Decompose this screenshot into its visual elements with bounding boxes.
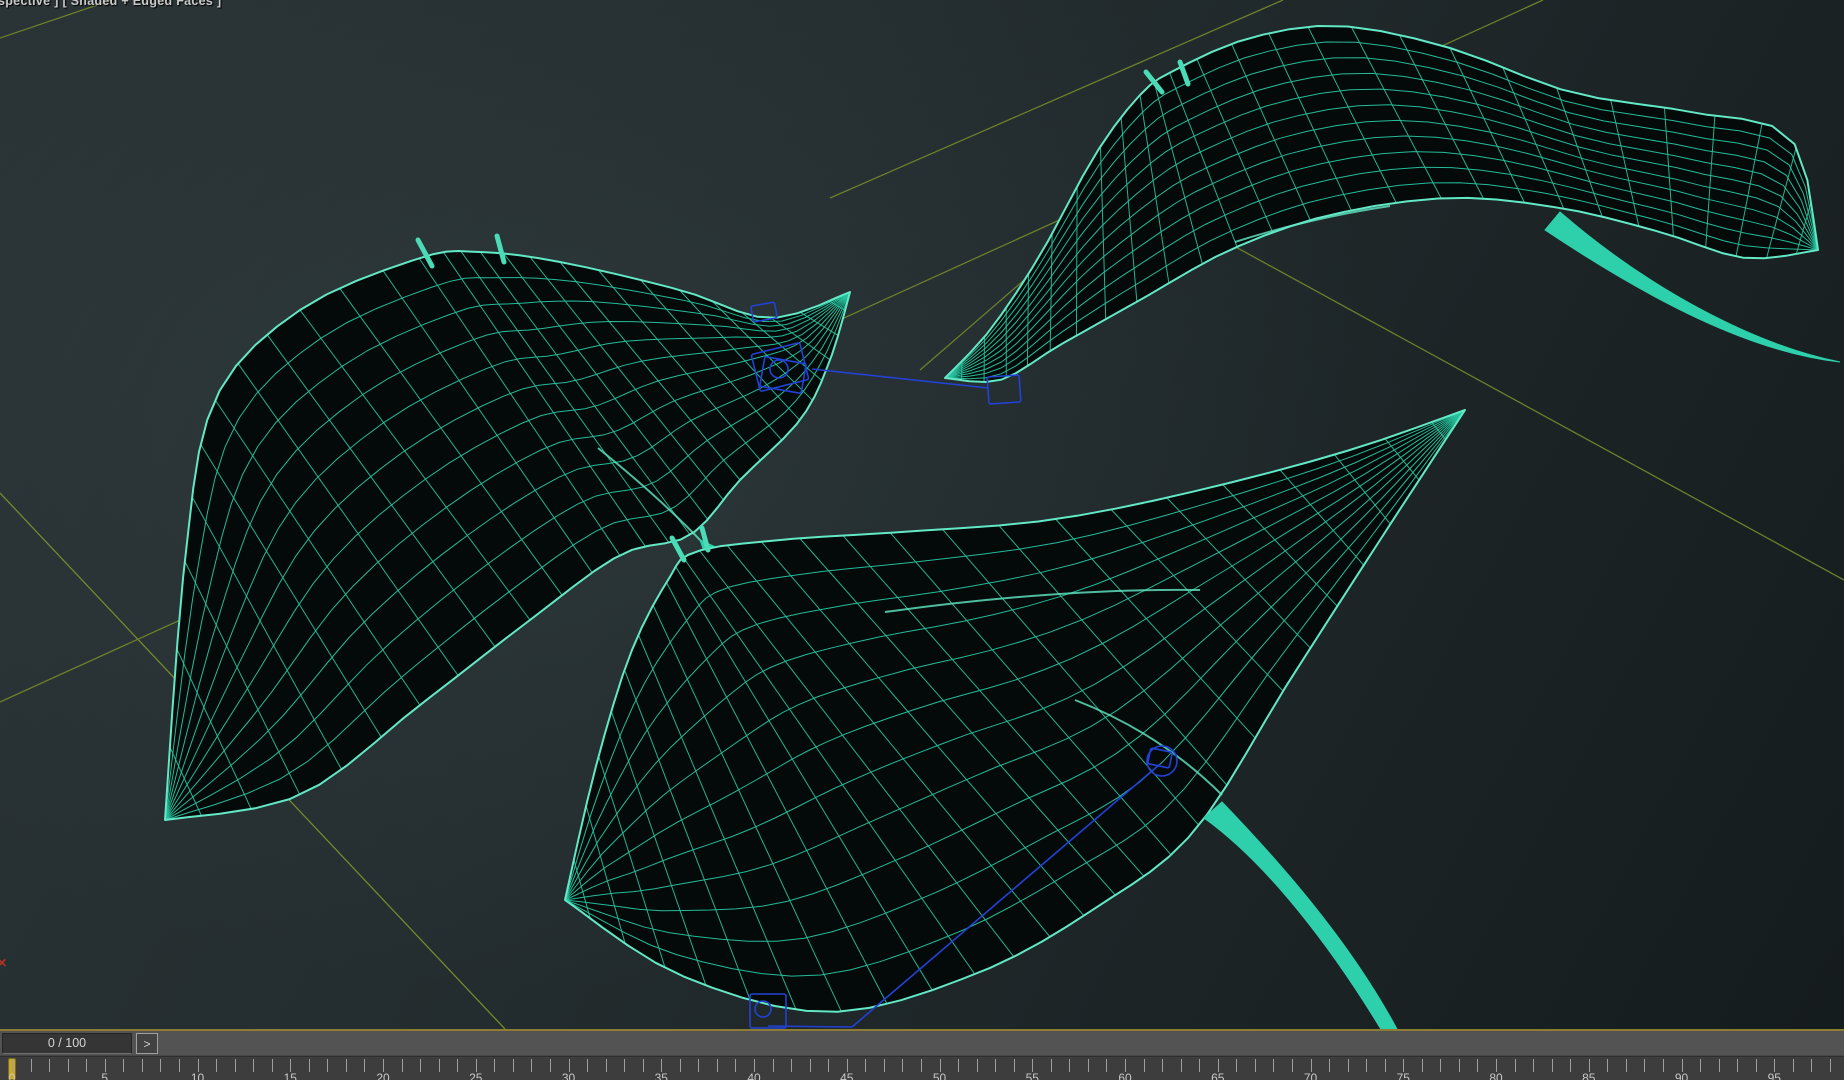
viewport-label: spective ] [ Shaded + Edged Faces ] [0, 0, 221, 8]
ruler-frame-label: 0 [0, 1071, 32, 1080]
ruler-tick [1069, 1059, 1070, 1072]
ruler-tick [698, 1059, 699, 1072]
ruler-tick [346, 1059, 347, 1072]
ruler-tick [717, 1059, 718, 1072]
ruler-frame-label: 40 [734, 1071, 774, 1080]
ruler-frame-label: 60 [1105, 1071, 1145, 1080]
ruler-tick [977, 1059, 978, 1072]
ruler-tick [1144, 1059, 1145, 1072]
axis-x-marker: ✕ [0, 956, 7, 970]
ruler-frame-label: 25 [456, 1071, 496, 1080]
ruler-tick [327, 1059, 328, 1072]
ruler-frame-label: 35 [641, 1071, 681, 1080]
scene-canvas[interactable] [0, 0, 1844, 1029]
timeline-ruler[interactable]: 0 5 10 15 20 25 30 35 40 45 50 55 60 65 70 75 80 85 90 95 [0, 1056, 1844, 1080]
ruler-tick [995, 1059, 996, 1072]
ruler-tick [606, 1059, 607, 1072]
ruler-frame-label: 5 [85, 1071, 125, 1080]
ruler-tick [1440, 1059, 1441, 1072]
ruler-tick [1051, 1059, 1052, 1072]
ruler-frame-label: 55 [1012, 1071, 1052, 1080]
ruler-tick [513, 1059, 514, 1072]
ruler-tick [624, 1059, 625, 1072]
ruler-tick [68, 1059, 69, 1072]
ruler-tick [810, 1059, 811, 1072]
ruler-tick [1236, 1059, 1237, 1072]
ruler-frame-label: 45 [827, 1071, 867, 1080]
ruler-frame-label: 20 [363, 1071, 403, 1080]
ruler-tick [1088, 1059, 1089, 1072]
ruler-tick [531, 1059, 532, 1072]
ruler-tick [309, 1059, 310, 1072]
ruler-tick [773, 1059, 774, 1072]
helper-link-line [768, 1026, 852, 1027]
ruler-tick [1348, 1059, 1349, 1072]
ruler-frame-label: 85 [1569, 1071, 1609, 1080]
ruler-tick [253, 1059, 254, 1072]
ruler-frame-label: 80 [1476, 1071, 1516, 1080]
ruler-tick [791, 1059, 792, 1072]
ruler-tick [680, 1059, 681, 1072]
ruler-tick [1626, 1059, 1627, 1072]
ruler-tick [439, 1059, 440, 1072]
ruler-tick [160, 1059, 161, 1072]
ruler-tick [420, 1059, 421, 1072]
ruler-tick [1552, 1059, 1553, 1072]
ruler-tick [1366, 1059, 1367, 1072]
cephalic-fin [672, 538, 684, 560]
ruler-tick [1273, 1059, 1274, 1072]
ruler-frame-label: 30 [549, 1071, 589, 1080]
ruler-tick [1644, 1059, 1645, 1072]
manta-top-right[interactable] [945, 26, 1840, 382]
ruler-tick [1830, 1059, 1831, 1072]
frame-number-field[interactable]: 0 / 100 [2, 1033, 132, 1054]
ruler-tick [1607, 1059, 1608, 1072]
ruler-tick [31, 1059, 32, 1072]
main-window: spective ] [ Shaded + Edged Faces ] ✕ 0 … [0, 0, 1844, 1080]
ruler-tick [1515, 1059, 1516, 1072]
ruler-tick [587, 1059, 588, 1072]
ruler-tick [1793, 1059, 1794, 1072]
ruler-tick [1533, 1059, 1534, 1072]
next-frame-button[interactable]: > [136, 1033, 158, 1054]
ruler-tick [958, 1059, 959, 1072]
ruler-tick [1811, 1059, 1812, 1072]
ruler-tick [123, 1059, 124, 1072]
ruler-tick [49, 1059, 50, 1072]
ruler-tick [1329, 1059, 1330, 1072]
ruler-frame-label: 70 [1291, 1071, 1331, 1080]
ruler-tick [142, 1059, 143, 1072]
ruler-frame-label: 65 [1198, 1071, 1238, 1080]
ruler-tick [902, 1059, 903, 1072]
ruler-tick [1255, 1059, 1256, 1072]
ruler-tick [1737, 1059, 1738, 1072]
frame-bar: 0 / 100 > [0, 1031, 1844, 1056]
ruler-tick [865, 1059, 866, 1072]
ruler-frame-label: 95 [1754, 1071, 1794, 1080]
ruler-tick [1700, 1059, 1701, 1072]
ruler-frame-label: 15 [270, 1071, 310, 1080]
ruler-tick [235, 1059, 236, 1072]
ruler-tick [494, 1059, 495, 1072]
ruler-tick [1181, 1059, 1182, 1072]
ruler-tick [1719, 1059, 1720, 1072]
viewport[interactable]: spective ] [ Shaded + Edged Faces ] ✕ [0, 0, 1844, 1029]
manta-tail [1204, 802, 1398, 1029]
ruler-tick [216, 1059, 217, 1072]
ruler-tick [402, 1059, 403, 1072]
ruler-frame-label: 10 [178, 1071, 218, 1080]
ruler-frame-label: 75 [1383, 1071, 1423, 1080]
ruler-tick [1162, 1059, 1163, 1072]
ruler-frame-label: 50 [920, 1071, 960, 1080]
ruler-tick [884, 1059, 885, 1072]
ruler-frame-label: 90 [1662, 1071, 1702, 1080]
ruler-tick [1459, 1059, 1460, 1072]
ruler-tick [1422, 1059, 1423, 1072]
